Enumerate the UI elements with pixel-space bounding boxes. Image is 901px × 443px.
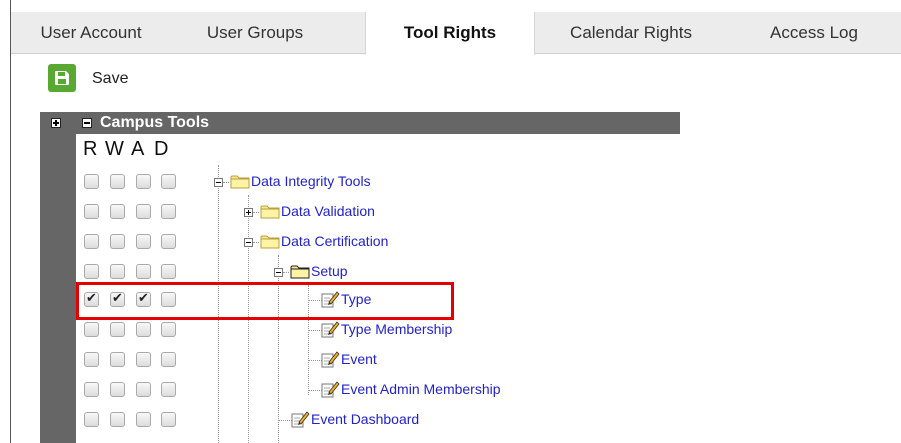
tab-access-log[interactable]: Access Log bbox=[727, 12, 901, 54]
rights-checkbox-add[interactable] bbox=[136, 382, 151, 397]
tool-page-icon bbox=[320, 320, 340, 338]
right-header-delete: D bbox=[154, 138, 169, 160]
tool-page-icon bbox=[320, 380, 340, 398]
rights-checkbox-write[interactable] bbox=[110, 234, 125, 249]
folder-icon bbox=[260, 234, 280, 249]
rights-checkbox-delete[interactable] bbox=[161, 234, 176, 249]
rights-checkbox-write[interactable] bbox=[110, 204, 125, 219]
collapse-node-icon[interactable] bbox=[244, 238, 253, 247]
rights-checkbox-add[interactable] bbox=[136, 290, 151, 307]
rights-checkbox-read[interactable] bbox=[84, 174, 99, 189]
tab-user-groups[interactable]: User Groups bbox=[171, 12, 339, 54]
rights-checkbox-write[interactable] bbox=[110, 174, 125, 189]
tree-connector bbox=[253, 212, 259, 213]
rights-checkbox-delete[interactable] bbox=[161, 264, 176, 279]
tab-tool-rights[interactable]: Tool Rights bbox=[365, 12, 535, 55]
rights-checkbox-read[interactable] bbox=[84, 204, 99, 219]
rights-checkbox-read[interactable] bbox=[84, 382, 99, 397]
rights-checkbox-write[interactable] bbox=[110, 352, 125, 367]
rights-checkbox-write[interactable] bbox=[110, 382, 125, 397]
rights-checkbox-add[interactable] bbox=[136, 204, 151, 219]
rights-checkbox-read[interactable] bbox=[84, 352, 99, 367]
tree-node-label[interactable]: Setup bbox=[311, 263, 348, 279]
rights-checkbox-read[interactable] bbox=[84, 264, 99, 279]
tree-node-label[interactable]: Event Dashboard bbox=[311, 411, 419, 427]
rights-checkbox-read[interactable] bbox=[84, 322, 99, 337]
tree-guide-line bbox=[248, 195, 249, 443]
save-button[interactable] bbox=[48, 64, 76, 92]
rights-checkbox-delete[interactable] bbox=[161, 322, 176, 337]
right-header-write: W bbox=[105, 138, 124, 160]
tab-user-account[interactable]: User Account bbox=[11, 12, 171, 54]
rights-checkbox-read[interactable] bbox=[84, 234, 99, 249]
expand-node-icon[interactable] bbox=[244, 208, 253, 217]
tab-bar: User Account User Groups Tool Rights Cal… bbox=[11, 12, 901, 55]
rights-checkbox-add[interactable] bbox=[136, 174, 151, 189]
tree-connector bbox=[253, 242, 259, 243]
tab-calendar-rights[interactable]: Calendar Rights bbox=[535, 12, 727, 54]
collapse-node-icon[interactable] bbox=[274, 268, 283, 277]
tree-node-label[interactable]: Data Validation bbox=[281, 203, 375, 219]
tree-sidebar bbox=[40, 112, 76, 443]
tree-node-label[interactable]: Data Certification bbox=[281, 233, 388, 249]
tree-guide-line bbox=[218, 165, 219, 443]
rights-checkbox-delete[interactable] bbox=[161, 204, 176, 219]
expand-all-icon[interactable] bbox=[51, 118, 61, 128]
rights-checkbox-write[interactable] bbox=[110, 264, 125, 279]
tool-page-icon bbox=[320, 290, 340, 308]
folder-open-icon bbox=[290, 264, 310, 279]
collapse-node-icon[interactable] bbox=[214, 178, 223, 187]
tree-connector bbox=[223, 182, 229, 183]
rights-checkbox-delete[interactable] bbox=[161, 352, 176, 367]
tree-node-label[interactable]: Data Integrity Tools bbox=[251, 173, 371, 189]
category-header: Campus Tools bbox=[76, 112, 680, 134]
tree-guide-line bbox=[308, 285, 309, 395]
rights-checkbox-write[interactable] bbox=[110, 290, 125, 307]
floppy-disk-icon bbox=[55, 71, 69, 85]
rights-checkbox-write[interactable] bbox=[110, 412, 125, 427]
right-header-add: A bbox=[131, 138, 145, 160]
tree-node-label[interactable]: Event Admin Membership bbox=[341, 381, 501, 397]
folder-icon bbox=[260, 204, 280, 219]
rights-checkbox-delete[interactable] bbox=[161, 292, 176, 307]
rights-checkbox-add[interactable] bbox=[136, 352, 151, 367]
tool-page-icon bbox=[320, 350, 340, 368]
folder-icon bbox=[230, 174, 250, 189]
collapse-icon[interactable] bbox=[82, 118, 92, 128]
save-label[interactable]: Save bbox=[92, 70, 128, 88]
rights-checkbox-delete[interactable] bbox=[161, 412, 176, 427]
rights-checkbox-add[interactable] bbox=[136, 322, 151, 337]
main-panel bbox=[10, 0, 901, 443]
tree-node-label[interactable]: Type Membership bbox=[341, 321, 452, 337]
tree-node-label[interactable]: Event bbox=[341, 351, 377, 367]
tree-guide-line bbox=[278, 255, 279, 443]
rights-checkbox-read[interactable] bbox=[84, 290, 99, 307]
category-title: Campus Tools bbox=[100, 114, 210, 131]
rights-checkbox-delete[interactable] bbox=[161, 382, 176, 397]
rights-checkbox-write[interactable] bbox=[110, 322, 125, 337]
rights-checkbox-add[interactable] bbox=[136, 264, 151, 279]
rights-checkbox-read[interactable] bbox=[84, 412, 99, 427]
rights-checkbox-delete[interactable] bbox=[161, 174, 176, 189]
rights-checkbox-add[interactable] bbox=[136, 412, 151, 427]
right-header-read: R bbox=[83, 138, 98, 160]
tree-node-label[interactable]: Type bbox=[341, 291, 371, 307]
tree-connector bbox=[283, 272, 289, 273]
rights-checkbox-add[interactable] bbox=[136, 234, 151, 249]
tool-page-icon bbox=[290, 410, 310, 428]
